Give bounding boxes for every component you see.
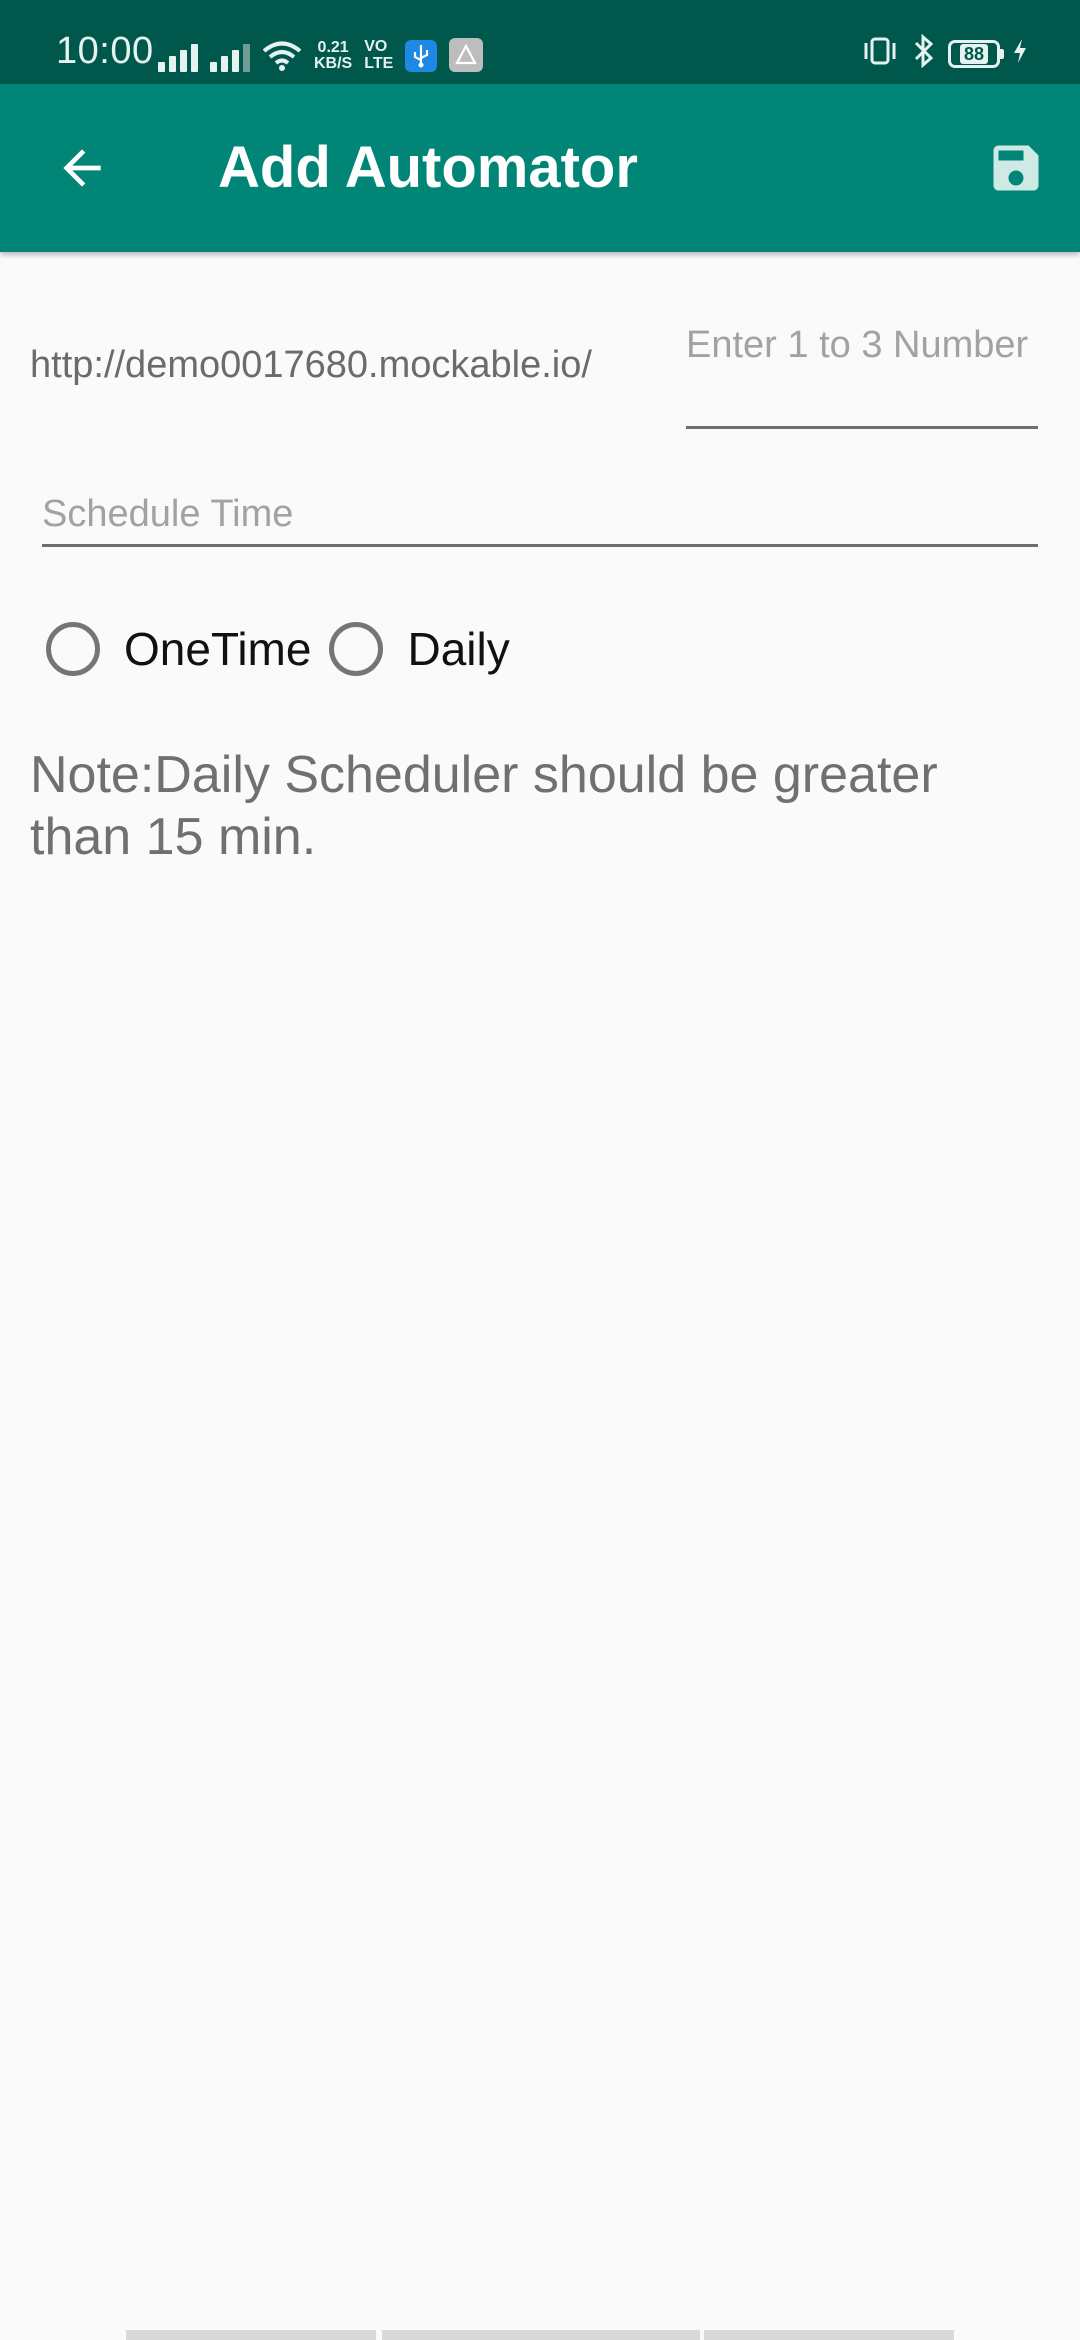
- back-button[interactable]: [46, 136, 118, 200]
- network-speed-value: 0.21: [317, 39, 349, 56]
- radio-daily-label: Daily: [407, 623, 510, 675]
- toolbar: Add Automator: [0, 84, 1080, 252]
- nav-gesture-hint-center: [382, 2330, 700, 2340]
- battery-level: 88: [959, 43, 989, 64]
- volte-bottom: LTE: [364, 55, 394, 72]
- status-icons-left: 0.21 KB/S VO LTE: [158, 32, 484, 72]
- schedule-time-input[interactable]: [42, 484, 1038, 547]
- battery-icon: 88: [948, 39, 1004, 68]
- notification-app-icon: [449, 38, 484, 72]
- network-speed-unit: KB/S: [314, 55, 353, 72]
- arrow-back-icon: [63, 149, 101, 187]
- scheduler-note: Note:Daily Scheduler should be greater t…: [30, 746, 938, 866]
- schedule-type-radio-group: OneTime Daily: [46, 622, 510, 676]
- endpoint-number-input[interactable]: [686, 318, 1038, 429]
- radio-daily[interactable]: Daily: [329, 622, 510, 676]
- volte-top: VO: [364, 38, 388, 55]
- page-title: Add Automator: [218, 135, 638, 200]
- charging-icon: [1012, 38, 1028, 69]
- vibrate-icon: [860, 35, 900, 72]
- status-bar: 10:00 0.21 KB/S VO LTE 88: [0, 0, 1080, 84]
- url-prefix-label: http://demo0017680.mockable.io/: [30, 344, 592, 386]
- wifi-icon: [262, 40, 302, 72]
- volte-indicator: VO LTE: [364, 38, 393, 72]
- usb-icon: [405, 40, 438, 72]
- radio-daily-circle[interactable]: [329, 622, 384, 676]
- radio-onetime-label: OneTime: [124, 623, 312, 675]
- save-button[interactable]: [980, 136, 1052, 200]
- nav-gesture-hint-left: [126, 2330, 376, 2340]
- save-icon: [993, 145, 1039, 191]
- radio-onetime-circle[interactable]: [46, 622, 100, 676]
- status-time: 10:00: [56, 30, 154, 72]
- status-icons-right: 88: [860, 33, 1028, 73]
- signal-strength-icon: [158, 40, 198, 72]
- signal-strength-secondary-icon: [210, 40, 250, 72]
- radio-onetime[interactable]: OneTime: [46, 622, 311, 676]
- network-speed: 0.21 KB/S: [314, 40, 352, 72]
- nav-gesture-hint-right: [704, 2330, 954, 2340]
- bluetooth-icon: [912, 33, 936, 73]
